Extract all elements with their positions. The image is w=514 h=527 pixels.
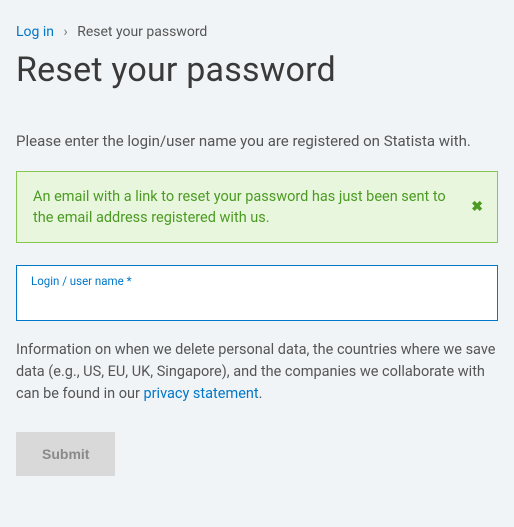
login-input[interactable] xyxy=(31,290,483,310)
login-field-wrapper[interactable]: Login / user name * xyxy=(16,265,498,322)
privacy-info-suffix: . xyxy=(259,385,263,402)
breadcrumb-login-link[interactable]: Log in xyxy=(16,24,54,40)
success-alert: An email with a link to reset your passw… xyxy=(16,171,498,243)
submit-button[interactable]: Submit xyxy=(16,432,115,476)
alert-message: An email with a link to reset your passw… xyxy=(33,188,446,226)
privacy-info: Information on when we delete personal d… xyxy=(16,339,498,404)
breadcrumb: Log in › Reset your password xyxy=(16,24,498,40)
breadcrumb-current: Reset your password xyxy=(77,24,207,40)
login-field-label: Login / user name * xyxy=(31,274,483,288)
page-title: Reset your password xyxy=(16,50,498,90)
privacy-statement-link[interactable]: privacy statement xyxy=(144,385,259,402)
close-icon[interactable]: ✖ xyxy=(471,196,483,216)
breadcrumb-separator: › xyxy=(63,24,67,40)
intro-text: Please enter the login/user name you are… xyxy=(16,130,498,153)
